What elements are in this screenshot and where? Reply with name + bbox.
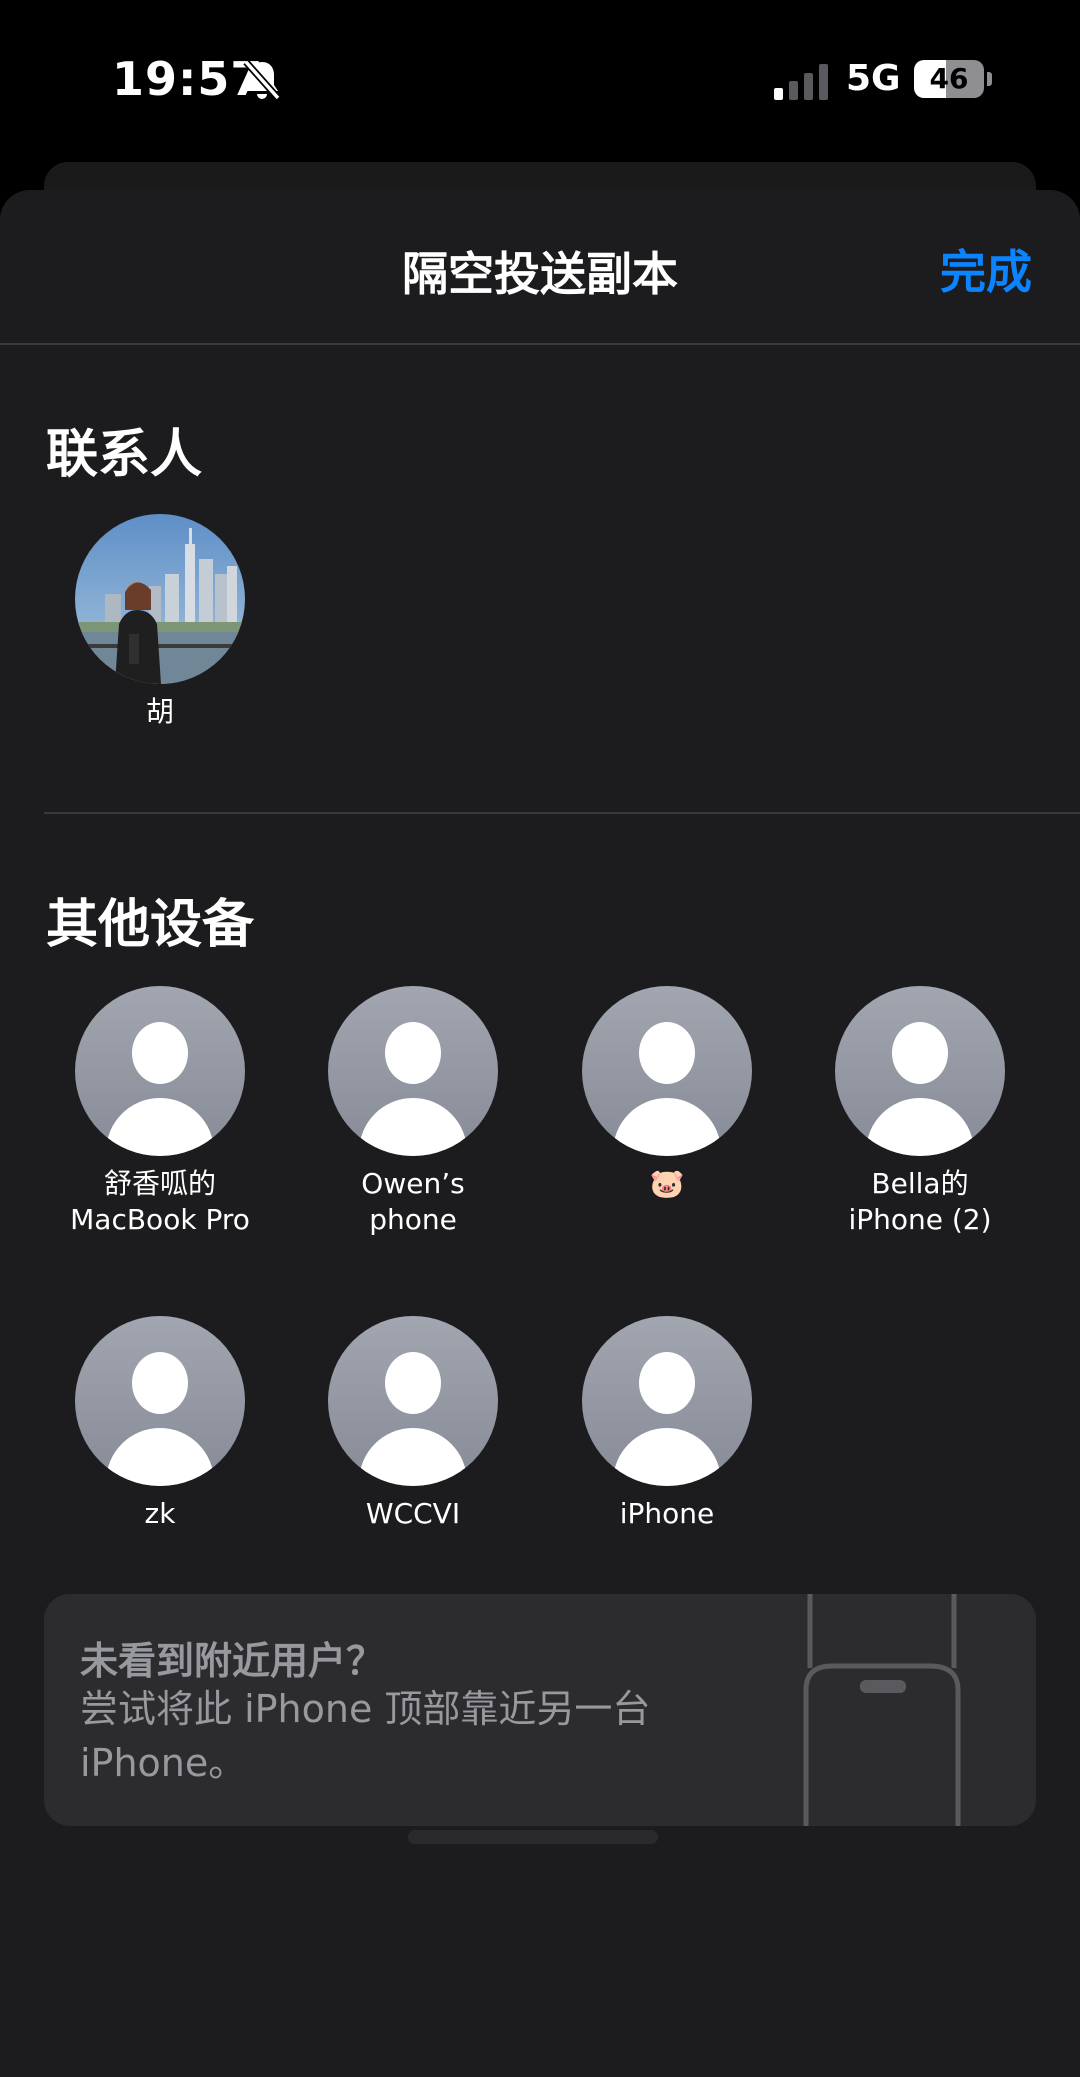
network-type: 5G xyxy=(846,58,901,99)
cellular-signal-icon xyxy=(774,64,828,100)
device-name: zk xyxy=(144,1497,176,1530)
battery-cap xyxy=(987,72,992,86)
contact-name: 胡 xyxy=(145,695,174,728)
person-icon xyxy=(835,986,1005,1156)
bell-slash-icon xyxy=(243,59,281,101)
sheet-title: 隔空投送副本 xyxy=(402,247,678,301)
hint-body: 尝试将此 iPhone 顶部靠近另一台 iPhone。 xyxy=(80,1687,651,1785)
devices-section-title: 其他设备 xyxy=(46,895,255,955)
device-tile[interactable]: iPhone xyxy=(547,1316,787,1532)
contact-tile[interactable]: 胡 xyxy=(40,514,280,730)
header-divider xyxy=(0,343,1080,345)
status-time: 19:57 xyxy=(112,52,264,106)
person-icon xyxy=(75,1316,245,1486)
phone-proximity-icon xyxy=(803,1594,961,1826)
device-name: iPhone xyxy=(619,1497,715,1530)
device-tile[interactable]: 🐷 xyxy=(547,986,787,1202)
device-tile[interactable]: zk xyxy=(40,1316,280,1532)
device-tile[interactable]: WCCVI xyxy=(293,1316,533,1532)
hint-title: 未看到附近用户？ xyxy=(80,1639,385,1683)
person-icon xyxy=(328,986,498,1156)
device-name: Bella的 iPhone (2) xyxy=(848,1167,992,1236)
device-tile[interactable]: Owen’s phone xyxy=(293,986,533,1238)
device-name: Owen’s phone xyxy=(361,1167,465,1236)
device-name: 舒香呱的 MacBook Pro xyxy=(70,1167,250,1236)
nearby-hint-card: 未看到附近用户？ 尝试将此 iPhone 顶部靠近另一台 iPhone。 xyxy=(44,1594,1036,1826)
person-icon xyxy=(75,986,245,1156)
battery-indicator: 46 xyxy=(914,60,984,98)
person-icon xyxy=(582,986,752,1156)
device-tile[interactable]: Bella的 iPhone (2) xyxy=(800,986,1040,1238)
device-name: WCCVI xyxy=(365,1497,461,1530)
section-divider xyxy=(44,812,1080,814)
airdrop-screen: 19:57 5G 46 隔空投送副本 完成 联系人 胡 其他设备 舒香呱的 Ma… xyxy=(0,0,1080,2077)
contact-avatar xyxy=(75,514,245,684)
device-tile[interactable]: 舒香呱的 MacBook Pro xyxy=(40,986,280,1238)
person-icon xyxy=(328,1316,498,1486)
contacts-section-title: 联系人 xyxy=(46,425,203,485)
contact-photo xyxy=(75,514,245,684)
device-name: 🐷 xyxy=(649,1167,685,1200)
done-button[interactable]: 完成 xyxy=(940,236,1032,302)
home-indicator[interactable] xyxy=(408,1830,658,1844)
person-icon xyxy=(582,1316,752,1486)
